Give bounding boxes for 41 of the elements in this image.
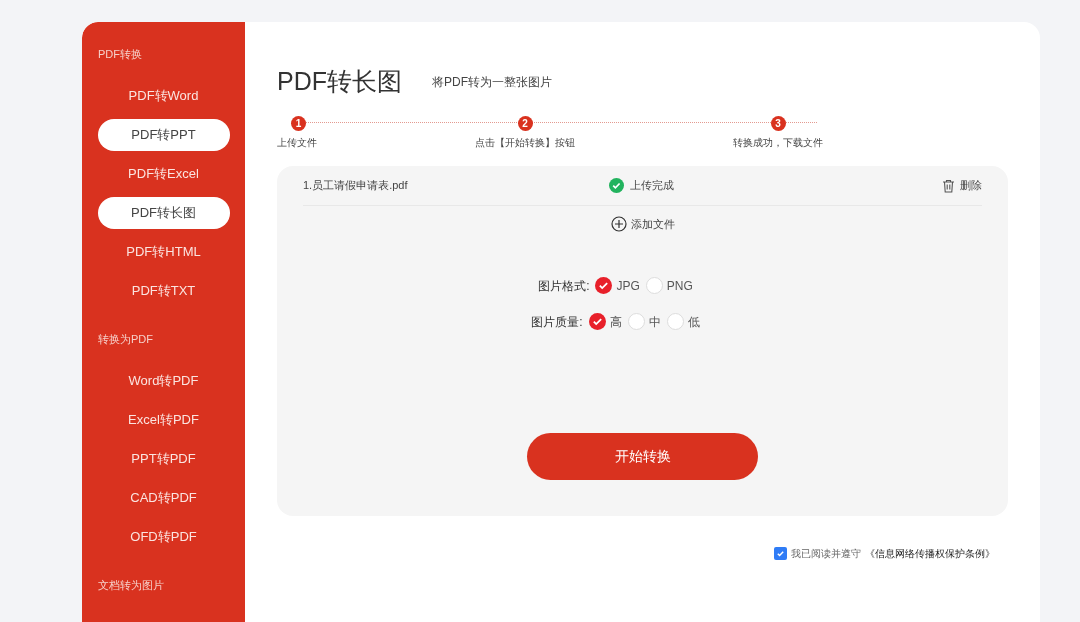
radio-option[interactable]: JPG <box>595 276 640 295</box>
step-label: 转换成功，下载文件 <box>733 136 823 150</box>
add-file-button[interactable]: 添加文件 <box>610 216 675 233</box>
step-number: 1 <box>291 116 306 131</box>
step-label: 上传文件 <box>277 136 317 150</box>
check-circle-icon <box>609 178 624 193</box>
step-number: 3 <box>770 116 786 131</box>
trash-icon <box>942 178 955 193</box>
agreement-checkbox[interactable] <box>774 547 787 560</box>
sidebar-item[interactable]: PDF转HTML <box>97 236 230 268</box>
agreement-text: 我已阅读并遵守 <box>791 547 861 561</box>
sidebar-heading: 转换为PDF <box>97 332 154 347</box>
sidebar-item[interactable]: PDF转Excel <box>97 158 230 190</box>
step-number: 2 <box>517 116 533 131</box>
radio-option[interactable]: 高 <box>588 312 622 331</box>
sidebar-heading: 文档转为图片 <box>97 578 165 593</box>
sidebar-item[interactable]: CAD转PDF <box>97 482 230 514</box>
sidebar-item[interactable]: Word转PDF <box>97 365 230 397</box>
upload-status: 上传完成 <box>630 178 675 194</box>
delete-button[interactable]: 删除 <box>942 177 982 194</box>
sidebar-item[interactable]: PDF转Word <box>97 80 230 112</box>
radio-option[interactable]: 中 <box>627 312 661 331</box>
file-name: 1.员工请假申请表.pdf <box>303 178 409 194</box>
sidebar-item[interactable]: PDF转PPT <box>97 119 230 151</box>
sidebar-item[interactable]: PPT转PDF <box>97 443 230 475</box>
sidebar-item[interactable]: PDF转长图 <box>97 197 230 229</box>
option-label: 图片质量: <box>531 313 583 331</box>
option-label: 图片格式: <box>538 277 590 295</box>
plus-circle-icon <box>610 216 627 233</box>
start-convert-button[interactable]: 开始转换 <box>527 432 758 480</box>
check-icon <box>776 549 785 558</box>
radio-option[interactable]: 低 <box>666 312 700 331</box>
step-label: 点击【开始转换】按钮 <box>475 136 575 150</box>
sidebar-item[interactable]: PDF转TXT <box>97 275 230 307</box>
sidebar-item[interactable]: Excel转PDF <box>97 404 230 436</box>
regulation-link[interactable]: 《信息网络传播权保护条例》 <box>865 546 995 561</box>
radio-option[interactable]: PNG <box>645 276 693 295</box>
sidebar-heading: PDF转换 <box>97 47 143 62</box>
sidebar-item[interactable]: OFD转PDF <box>97 521 230 553</box>
page-title: PDF转长图 <box>277 66 402 98</box>
page-subtitle: 将PDF转为一整张图片 <box>432 74 552 91</box>
